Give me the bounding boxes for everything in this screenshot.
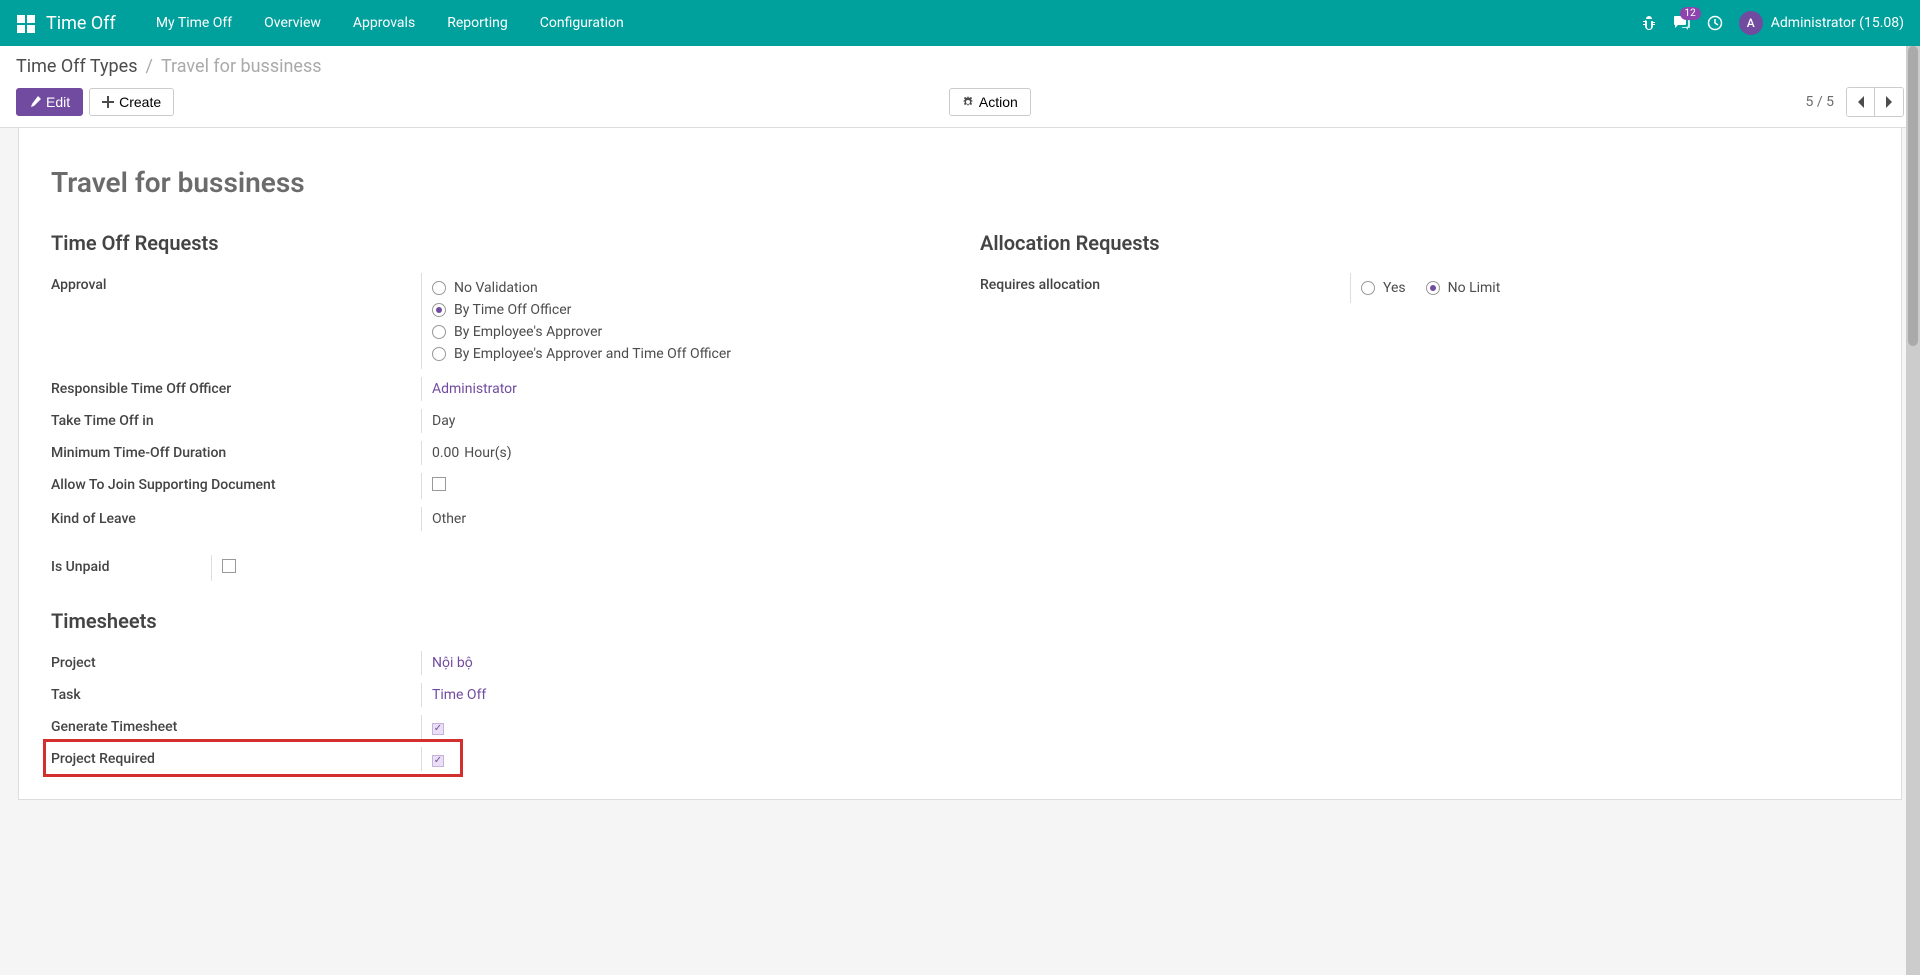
- chevron-left-icon: [1857, 96, 1865, 108]
- group-timeoff-requests: Time Off Requests Approval No Validation…: [51, 231, 940, 775]
- field-responsible: Administrator: [421, 377, 940, 401]
- scrollbar[interactable]: [1906, 46, 1920, 975]
- field-allow-doc: [421, 473, 940, 499]
- field-proj-req: ✓: [421, 747, 940, 771]
- nav-overview[interactable]: Overview: [248, 15, 337, 31]
- label-responsible: Responsible Time Off Officer: [51, 377, 421, 401]
- checkbox-is-unpaid[interactable]: [222, 559, 236, 573]
- messages-icon[interactable]: 12: [1673, 15, 1691, 31]
- user-menu[interactable]: A Administrator (15.08): [1739, 11, 1904, 35]
- checkbox-gen-ts[interactable]: ✓: [432, 723, 444, 735]
- avatar: A: [1739, 11, 1763, 35]
- label-gen-ts: Generate Timesheet: [51, 715, 421, 739]
- nav-my-time-off[interactable]: My Time Off: [140, 15, 248, 31]
- field-min-duration: 0.00Hour(s): [421, 441, 940, 465]
- plus-icon: [102, 96, 114, 108]
- label-min-duration: Minimum Time-Off Duration: [51, 441, 421, 465]
- field-gen-ts: ✓: [421, 715, 940, 739]
- label-kind: Kind of Leave: [51, 507, 421, 531]
- field-task: Time Off: [421, 683, 940, 707]
- label-is-unpaid: Is Unpaid: [51, 555, 211, 579]
- activities-icon[interactable]: [1707, 15, 1723, 31]
- section-timeoff-requests: Time Off Requests: [51, 231, 940, 255]
- link-project[interactable]: Nội bộ: [432, 655, 473, 671]
- action-button[interactable]: Action: [949, 88, 1031, 116]
- record-title: Travel for bussiness: [51, 166, 1869, 199]
- scrollbar-thumb[interactable]: [1908, 46, 1918, 346]
- pager-prev-button[interactable]: [1847, 88, 1875, 116]
- checkbox-allow-doc[interactable]: [432, 477, 446, 491]
- app-title[interactable]: Time Off: [46, 13, 116, 34]
- group-allocation-requests: Allocation Requests Requires allocation …: [980, 231, 1869, 775]
- radio-alloc-yes[interactable]: Yes: [1361, 277, 1406, 299]
- nav-configuration[interactable]: Configuration: [524, 15, 640, 31]
- label-approval: Approval: [51, 273, 421, 297]
- systray: 12 A Administrator (15.08): [1641, 11, 1904, 35]
- pager-text[interactable]: 5 / 5: [1806, 94, 1834, 110]
- pencil-icon: [29, 96, 41, 108]
- label-project: Project: [51, 651, 421, 675]
- field-is-unpaid: [211, 555, 940, 581]
- label-allow-doc: Allow To Join Supporting Document: [51, 473, 421, 497]
- create-button[interactable]: Create: [89, 88, 174, 116]
- breadcrumb: Time Off Types / Travel for bussiness: [16, 56, 1904, 77]
- edit-button[interactable]: Edit: [16, 88, 83, 116]
- breadcrumb-current: Travel for bussiness: [161, 56, 322, 77]
- section-timesheets: Timesheets: [51, 609, 940, 633]
- checkbox-proj-req[interactable]: ✓: [432, 755, 444, 767]
- radio-no-validation[interactable]: No Validation: [432, 277, 940, 299]
- link-task[interactable]: Time Off: [432, 687, 486, 703]
- label-proj-req: Project Required: [51, 747, 421, 771]
- field-requires-alloc: Yes No Limit: [1350, 273, 1869, 303]
- control-panel: Time Off Types / Travel for bussiness Ed…: [0, 46, 1920, 128]
- pager-buttons: [1846, 87, 1904, 117]
- pager-next-button[interactable]: [1875, 88, 1903, 116]
- link-responsible[interactable]: Administrator: [432, 381, 517, 397]
- nav-approvals[interactable]: Approvals: [337, 15, 431, 31]
- radio-by-officer[interactable]: By Time Off Officer: [432, 299, 940, 321]
- gear-icon: [962, 96, 974, 108]
- user-name: Administrator (15.08): [1771, 15, 1904, 31]
- breadcrumb-sep: /: [146, 56, 153, 77]
- top-nav: Time Off My Time Off Overview Approvals …: [0, 0, 1920, 46]
- radio-alloc-no-limit[interactable]: No Limit: [1426, 277, 1501, 299]
- field-take-in: Day: [421, 409, 940, 433]
- nav-menu: My Time Off Overview Approvals Reporting…: [140, 15, 640, 31]
- apps-icon[interactable]: [16, 14, 34, 32]
- field-kind: Other: [421, 507, 940, 531]
- section-allocation-requests: Allocation Requests: [980, 231, 1869, 255]
- messages-badge: 12: [1680, 7, 1701, 20]
- chevron-right-icon: [1885, 96, 1893, 108]
- label-take-in: Take Time Off in: [51, 409, 421, 433]
- breadcrumb-parent[interactable]: Time Off Types: [16, 56, 138, 77]
- label-task: Task: [51, 683, 421, 707]
- field-approval: No Validation By Time Off Officer By Emp…: [421, 273, 940, 369]
- nav-reporting[interactable]: Reporting: [431, 15, 524, 31]
- form-sheet: Travel for bussiness Time Off Requests A…: [18, 128, 1902, 800]
- label-requires-alloc: Requires allocation: [980, 273, 1350, 297]
- debug-icon[interactable]: [1641, 15, 1657, 31]
- field-project: Nội bộ: [421, 651, 940, 675]
- radio-by-both[interactable]: By Employee's Approver and Time Off Offi…: [432, 343, 940, 365]
- radio-by-approver[interactable]: By Employee's Approver: [432, 321, 940, 343]
